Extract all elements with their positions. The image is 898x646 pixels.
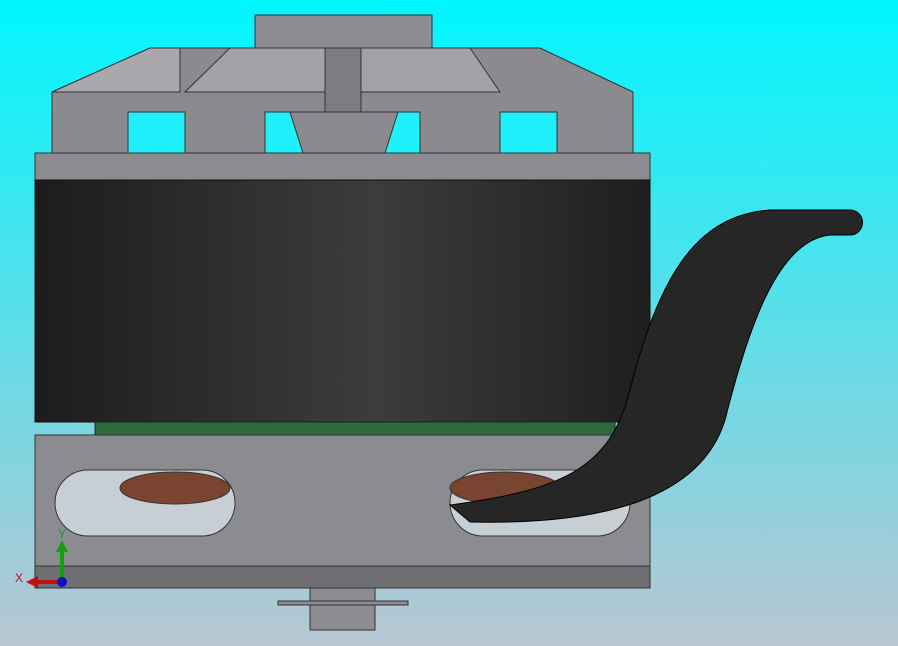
- motor-model[interactable]: X Y: [0, 0, 898, 646]
- bell-band: [34, 152, 651, 181]
- shaft-clip: [277, 600, 409, 606]
- bottom-shaft: [309, 587, 376, 631]
- top-shaft-cap: [254, 14, 433, 50]
- triad-z-axis: [57, 577, 67, 587]
- cad-viewport[interactable]: X Y: [0, 0, 898, 646]
- triad-x-label: X: [15, 571, 23, 585]
- triad-y-label: Y: [58, 527, 66, 541]
- stator: [94, 421, 616, 436]
- magnet-can: [34, 179, 651, 423]
- bell-top: [51, 47, 634, 154]
